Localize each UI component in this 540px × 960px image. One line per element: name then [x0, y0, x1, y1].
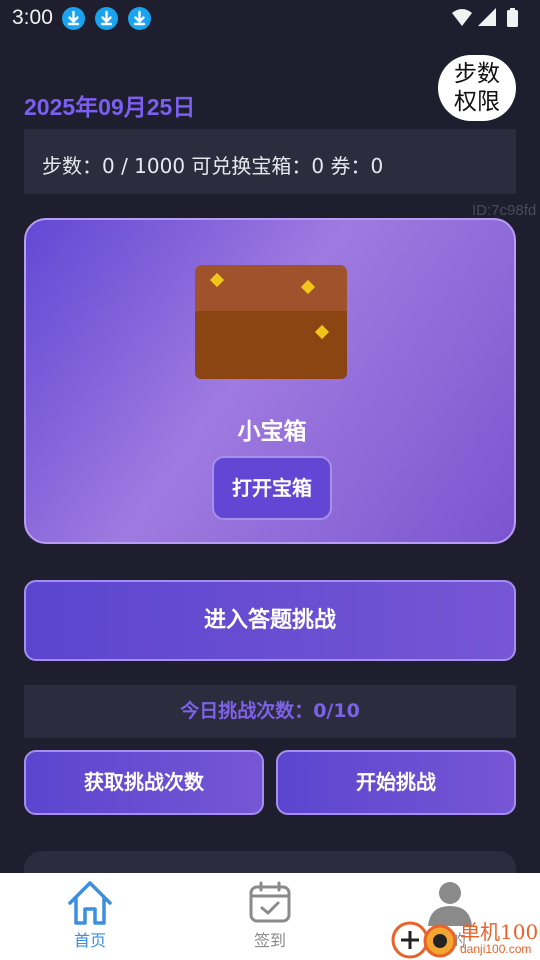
site-watermark: 单机100网 danji100.com [390, 914, 540, 960]
chest-name: 小宝箱 [237, 419, 307, 445]
get-challenge-count-button[interactable]: 获取挑战次数 [24, 750, 264, 815]
status-bar: 3:00 [0, 0, 540, 36]
download-icon [62, 7, 85, 30]
calendar-check-icon [249, 881, 291, 923]
permission-label-line2: 权限 [454, 89, 500, 115]
open-chest-button[interactable]: 打开宝箱 [212, 456, 332, 520]
date-title: 2025年09月25日 [24, 94, 196, 120]
tab-home-label: 首页 [73, 931, 106, 950]
wifi-icon [452, 9, 472, 26]
tab-checkin[interactable]: 签到 [210, 873, 330, 960]
watermark-url: danji100.com [460, 942, 532, 956]
signal-icon [478, 8, 496, 26]
stats-text: 步数：0 / 1000 可兑换宝箱：0 券：0 [42, 154, 384, 178]
challenge-count-panel: 今日挑战次数：0/10 [24, 685, 516, 738]
challenge-count-text: 今日挑战次数：0/10 [180, 700, 360, 722]
status-time: 3:00 [12, 6, 53, 29]
tab-home[interactable]: 首页 [30, 873, 150, 960]
system-icons [450, 6, 530, 30]
stats-panel: 步数：0 / 1000 可兑换宝箱：0 券：0 [24, 129, 516, 194]
chest-body [195, 311, 347, 379]
enter-quiz-challenge-button[interactable]: 进入答题挑战 [24, 580, 516, 661]
tab-checkin-label: 签到 [253, 931, 286, 950]
home-icon [68, 881, 112, 925]
battery-icon [507, 8, 518, 27]
watermark-text: 单机100网 [460, 920, 540, 944]
download-icon [95, 7, 118, 30]
permission-label-line1: 步数 [454, 61, 500, 87]
device-id-label: ID:7c98fd [472, 202, 537, 219]
treasure-chest-icon[interactable] [195, 265, 347, 379]
treasure-chest-card: 小宝箱 打开宝箱 [24, 218, 516, 544]
step-permission-button[interactable]: 步数 权限 [438, 55, 516, 121]
download-icon [128, 7, 151, 30]
start-challenge-button[interactable]: 开始挑战 [276, 750, 516, 815]
chest-lid [195, 265, 347, 311]
watermark-logo-icon [391, 921, 457, 959]
